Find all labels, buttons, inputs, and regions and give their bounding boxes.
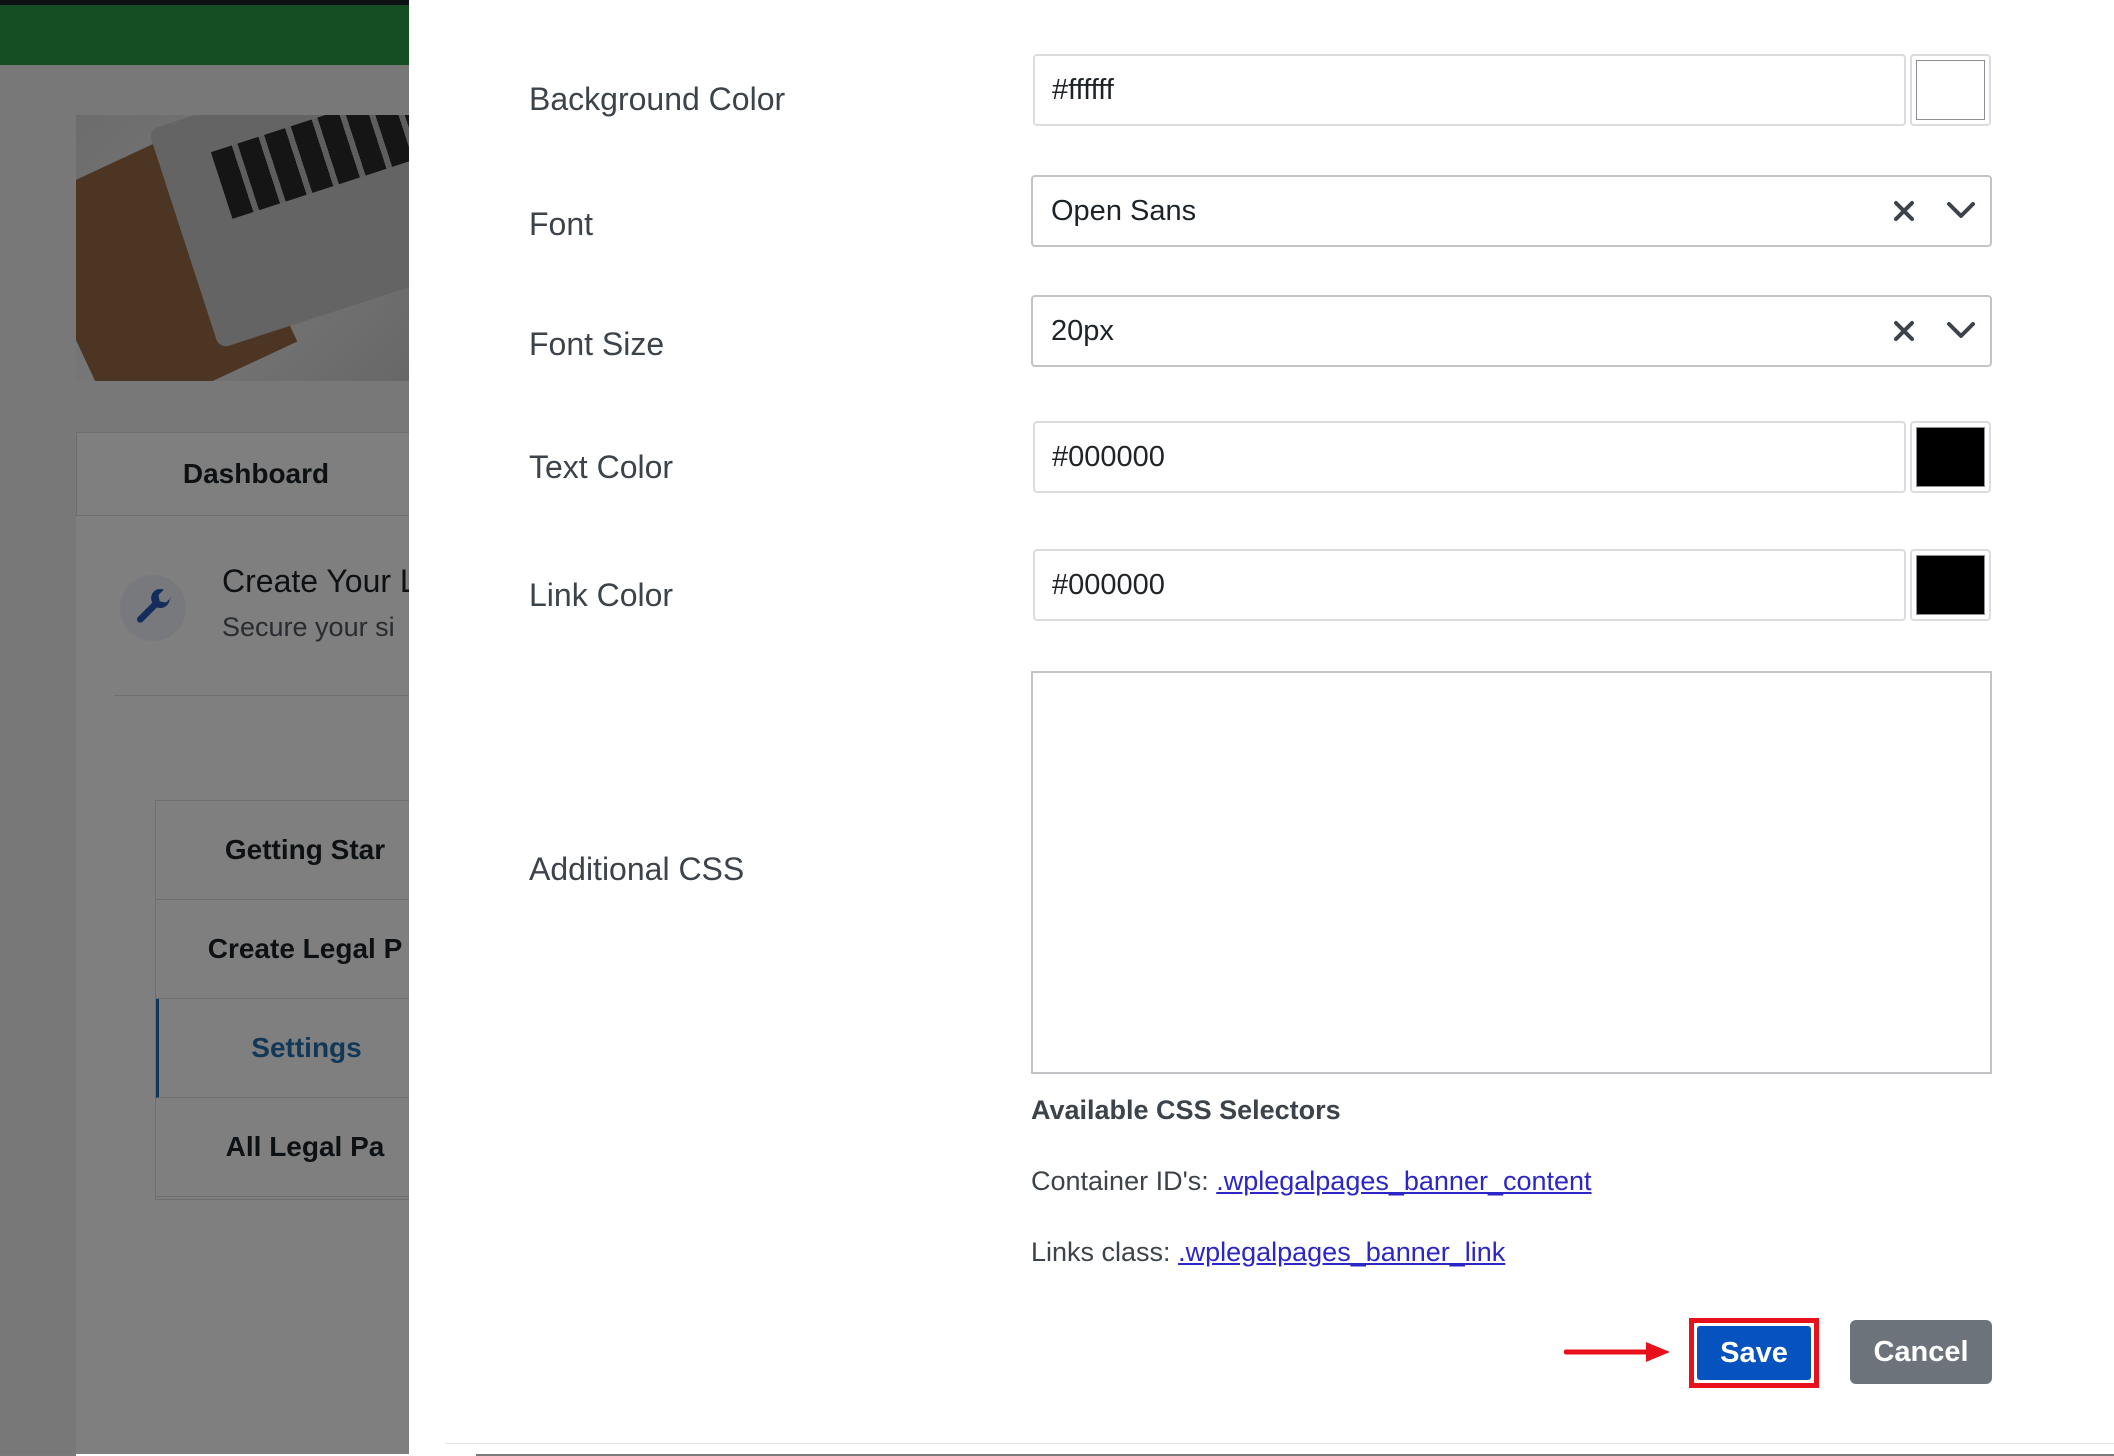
- background-color-swatch[interactable]: [1910, 54, 1991, 126]
- link-color-swatch[interactable]: [1910, 549, 1991, 621]
- css-selectors-heading: Available CSS Selectors: [1031, 1095, 1341, 1125]
- additional-css-textarea[interactable]: [1031, 671, 1992, 1074]
- links-class-line: Links class: .wplegalpages_banner_link: [1031, 1237, 1505, 1268]
- background-color-input[interactable]: #ffffff: [1033, 54, 1906, 126]
- link-color-chip: [1916, 555, 1985, 615]
- font-size-select-value: 20px: [1051, 314, 1114, 347]
- close-icon[interactable]: [1888, 315, 1920, 347]
- container-id-link[interactable]: .wplegalpages_banner_content: [1216, 1166, 1591, 1196]
- container-id-label: Container ID's:: [1031, 1166, 1217, 1196]
- text-color-swatch[interactable]: [1910, 421, 1991, 493]
- close-icon[interactable]: [1888, 195, 1920, 227]
- save-button-highlight: Save: [1689, 1318, 1819, 1388]
- font-size-label: Font Size: [529, 326, 665, 362]
- text-color-label: Text Color: [529, 449, 674, 485]
- background-color-label: Background Color: [529, 81, 786, 117]
- chevron-down-icon[interactable]: [1944, 313, 1978, 347]
- additional-css-label: Additional CSS: [529, 851, 745, 887]
- cancel-button[interactable]: Cancel: [1850, 1320, 1992, 1384]
- save-button[interactable]: Save: [1697, 1326, 1811, 1380]
- links-class-link[interactable]: .wplegalpages_banner_link: [1178, 1237, 1505, 1267]
- arrow-right-icon: [1564, 1342, 1670, 1362]
- links-class-label: Links class:: [1031, 1237, 1179, 1267]
- font-select[interactable]: Open Sans: [1031, 175, 1992, 247]
- modal-footer-divider: [445, 1443, 2114, 1444]
- link-color-label: Link Color: [529, 577, 674, 613]
- text-color-chip: [1916, 427, 1985, 487]
- container-id-line: Container ID's: .wplegalpages_banner_con…: [1031, 1166, 1592, 1197]
- link-color-input[interactable]: #000000: [1033, 549, 1906, 621]
- font-size-select[interactable]: 20px: [1031, 295, 1992, 367]
- font-label: Font: [529, 206, 594, 242]
- font-select-value: Open Sans: [1051, 194, 1197, 227]
- text-color-input[interactable]: #000000: [1033, 421, 1906, 493]
- chevron-down-icon[interactable]: [1944, 193, 1978, 227]
- background-color-chip: [1916, 60, 1985, 120]
